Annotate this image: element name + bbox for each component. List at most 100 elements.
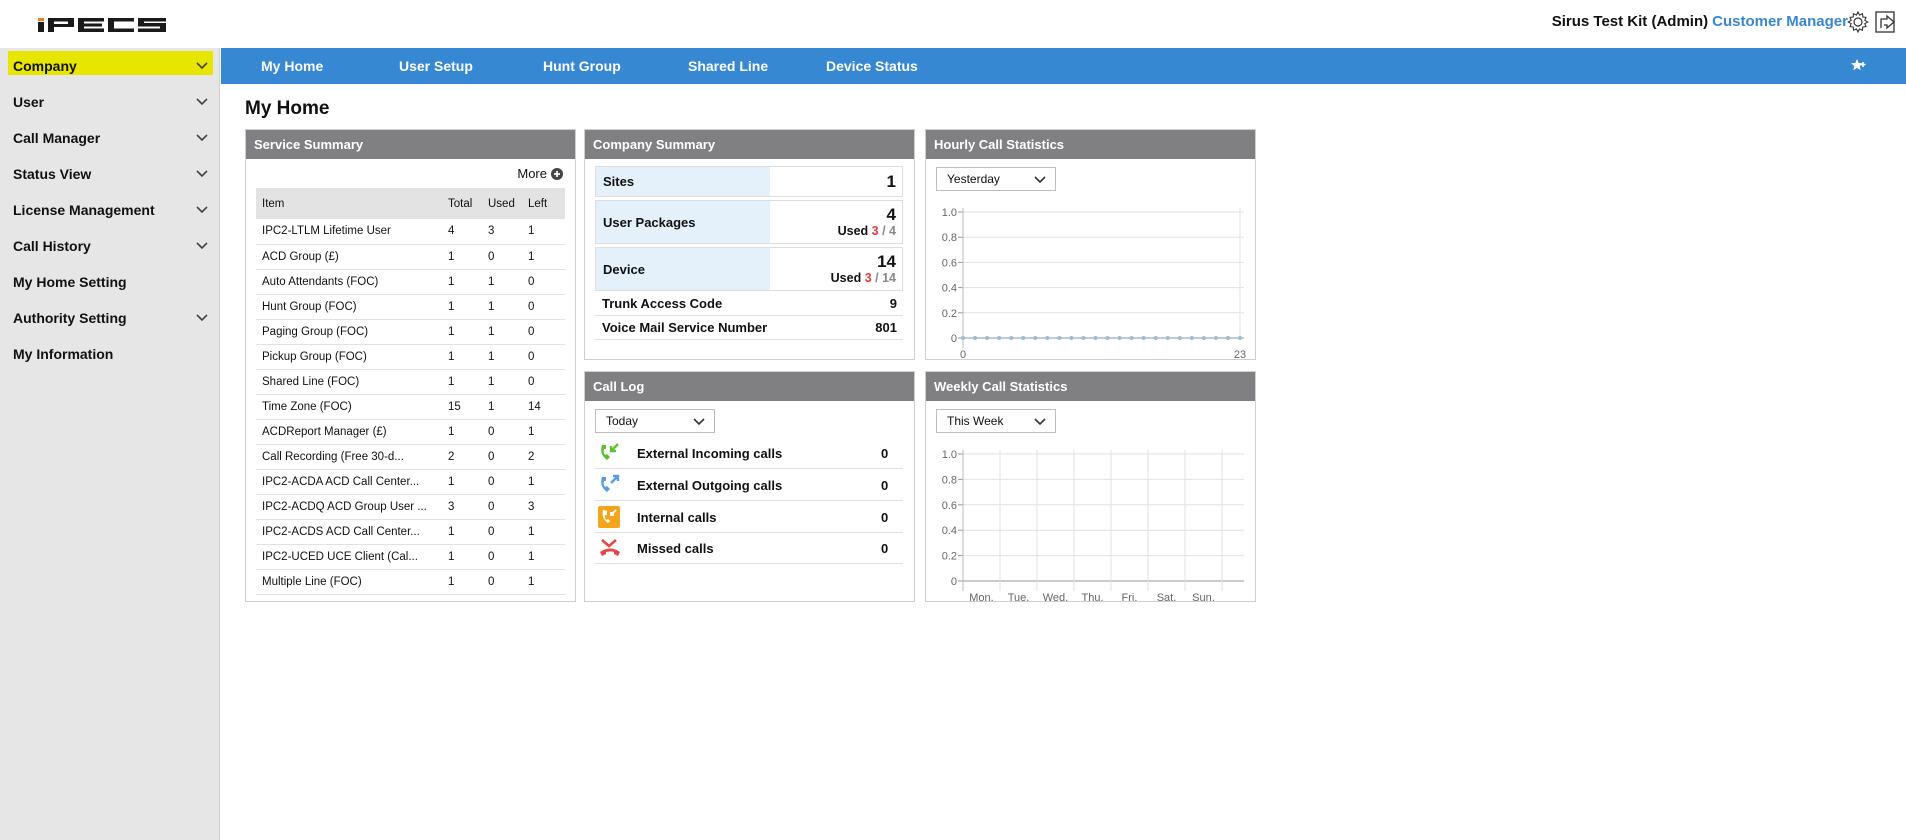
sidebar-item-call-manager[interactable]: Call Manager — [0, 120, 219, 156]
cell-used: 0 — [482, 444, 522, 470]
call-log-period-select[interactable]: Today — [595, 409, 715, 433]
used-label: Used — [830, 271, 862, 285]
cell-left: 14 — [522, 394, 565, 420]
weekly-call-statistics-panel: Weekly Call Statistics This Week 0 0.2 0.4… — [925, 371, 1256, 602]
cell-item: IPC2-UCED UCE Client (Cal... — [256, 544, 442, 570]
table-row: ACD Group (£) 1 0 1 — [256, 244, 565, 270]
panel-title: Company Summary — [585, 130, 914, 159]
cell-left: 1 — [522, 519, 565, 545]
used-count: 3 — [864, 271, 872, 285]
voice-mail-label: Voice Mail Service Number — [602, 320, 768, 335]
cell-left: 1 — [522, 544, 565, 570]
incoming-calls-row: External Incoming calls 0 — [595, 438, 903, 469]
selected-value: Today — [606, 414, 639, 428]
service-summary-table: Item Total Used Left IPC2-LTLM Lifetime … — [256, 188, 565, 595]
cell-used: 1 — [482, 294, 522, 320]
star-plus-icon[interactable] — [1850, 57, 1868, 75]
gear-icon[interactable] — [1846, 10, 1870, 34]
sidebar-item-authority-setting[interactable]: Authority Setting — [0, 300, 219, 336]
sidebar-item-license-management[interactable]: License Management — [0, 192, 219, 228]
y-tick-label: 1.0 — [942, 207, 957, 219]
hourly-line-chart: 0 0.2 0.4 0.6 0.8 1.0 0 23 — [942, 207, 1246, 359]
cell-left: 0 — [522, 294, 565, 320]
cell-total: 1 — [442, 319, 482, 345]
hourly-period-select[interactable]: Yesterday — [936, 167, 1056, 191]
cell-used: 1 — [482, 344, 522, 370]
outgoing-call-icon — [601, 474, 620, 492]
company-summary-panel: Company Summary Sites 1 User Packages 4 … — [584, 129, 915, 360]
tab-user-setup[interactable]: User Setup — [399, 48, 473, 84]
x-tick-label: Tue. — [1008, 592, 1030, 601]
tab-shared-line[interactable]: Shared Line — [688, 48, 768, 84]
sidebar-item-call-history[interactable]: Call History — [0, 228, 219, 264]
weekly-period-select[interactable]: This Week — [936, 409, 1056, 433]
tab-device-status[interactable]: Device Status — [826, 48, 918, 84]
panel-title: Service Summary — [246, 130, 575, 159]
table-row: IPC2-ACDS ACD Call Center... 1 0 1 — [256, 519, 565, 545]
table-header-row: Item Total Used Left — [256, 188, 565, 219]
weekly-bar-chart: 0 0.2 0.4 0.6 0.8 1.0 Mon. Tue. Wed. Thu. Fri. Sat.… — [942, 449, 1244, 601]
chevron-down-icon — [196, 314, 208, 322]
y-tick-label: 0.6 — [942, 257, 957, 269]
cell-used: 3 — [482, 219, 522, 245]
data-point — [973, 336, 978, 340]
sidebar-item-my-home-setting[interactable]: My Home Setting — [0, 264, 219, 300]
service-summary-panel: Service Summary More Item Total Used Lef… — [245, 129, 576, 602]
cell-item: Multiple Line (FOC) — [256, 569, 442, 595]
incoming-call-icon — [601, 443, 619, 460]
device-label: Device — [596, 248, 770, 290]
cell-left: 1 — [522, 469, 565, 495]
device-value: 14 — [877, 252, 896, 271]
data-point — [1033, 336, 1038, 340]
data-point — [1238, 336, 1242, 340]
cell-item: IPC2-ACDQ ACD Group User ... — [256, 494, 442, 520]
cell-used: 0 — [482, 519, 522, 545]
page-title: My Home — [245, 98, 330, 119]
selected-value: Yesterday — [947, 172, 1000, 186]
sidebar-item-company[interactable]: Company — [8, 48, 213, 84]
data-point — [985, 336, 990, 340]
sidebar-item-status-view[interactable]: Status View — [0, 156, 219, 192]
device-usage: Used 3 / 14 — [830, 271, 896, 285]
logout-icon[interactable] — [1874, 10, 1898, 34]
voice-mail-value: 801 — [875, 320, 897, 335]
x-tick-label: Thu. — [1081, 592, 1103, 601]
total-count: 4 — [889, 224, 896, 238]
sidebar-item-label: My Home Setting — [13, 274, 127, 290]
sidebar-item-label: Status View — [13, 166, 92, 182]
sidebar-item-my-information[interactable]: My Information — [0, 336, 219, 372]
table-row: Pickup Group (FOC) 1 1 0 — [256, 344, 565, 370]
tab-my-home[interactable]: My Home — [261, 48, 323, 84]
cell-total: 2 — [442, 444, 482, 470]
table-row: Paging Group (FOC) 1 1 0 — [256, 319, 565, 345]
data-point — [1201, 336, 1206, 340]
table-row: IPC2-ACDQ ACD Group User ... 3 0 3 — [256, 494, 565, 520]
cell-total: 1 — [442, 569, 482, 595]
cell-used: 0 — [482, 419, 522, 445]
data-point — [1069, 336, 1074, 340]
voice-mail-row: Voice Mail Service Number 801 — [595, 316, 903, 340]
cell-used: 0 — [482, 494, 522, 520]
panel-title: Hourly Call Statistics — [926, 130, 1255, 159]
cell-item: IPC2-ACDS ACD Call Center... — [256, 519, 442, 545]
tab-hunt-group[interactable]: Hunt Group — [543, 48, 621, 84]
y-tick-label: 0.4 — [942, 525, 957, 537]
data-point — [961, 336, 965, 340]
data-point — [1165, 336, 1170, 340]
cell-left: 1 — [522, 219, 565, 245]
sidebar-item-user[interactable]: User — [0, 84, 219, 120]
data-point — [1021, 336, 1026, 340]
table-row: Hunt Group (FOC) 1 1 0 — [256, 294, 565, 320]
cell-used: 0 — [482, 244, 522, 270]
column-header-item: Item — [256, 188, 442, 219]
cell-total: 1 — [442, 544, 482, 570]
data-point — [1045, 336, 1050, 340]
cell-item: ACDReport Manager (£) — [256, 419, 442, 445]
cell-used: 0 — [482, 544, 522, 570]
chevron-down-icon — [1034, 176, 1046, 184]
ipecs-logo — [38, 18, 166, 32]
more-button[interactable]: More — [517, 166, 563, 181]
sidebar-item-label: Call History — [13, 238, 91, 254]
call-log-panel: Call Log Today External Incoming calls 0… — [584, 371, 915, 602]
cell-used: 1 — [482, 369, 522, 395]
